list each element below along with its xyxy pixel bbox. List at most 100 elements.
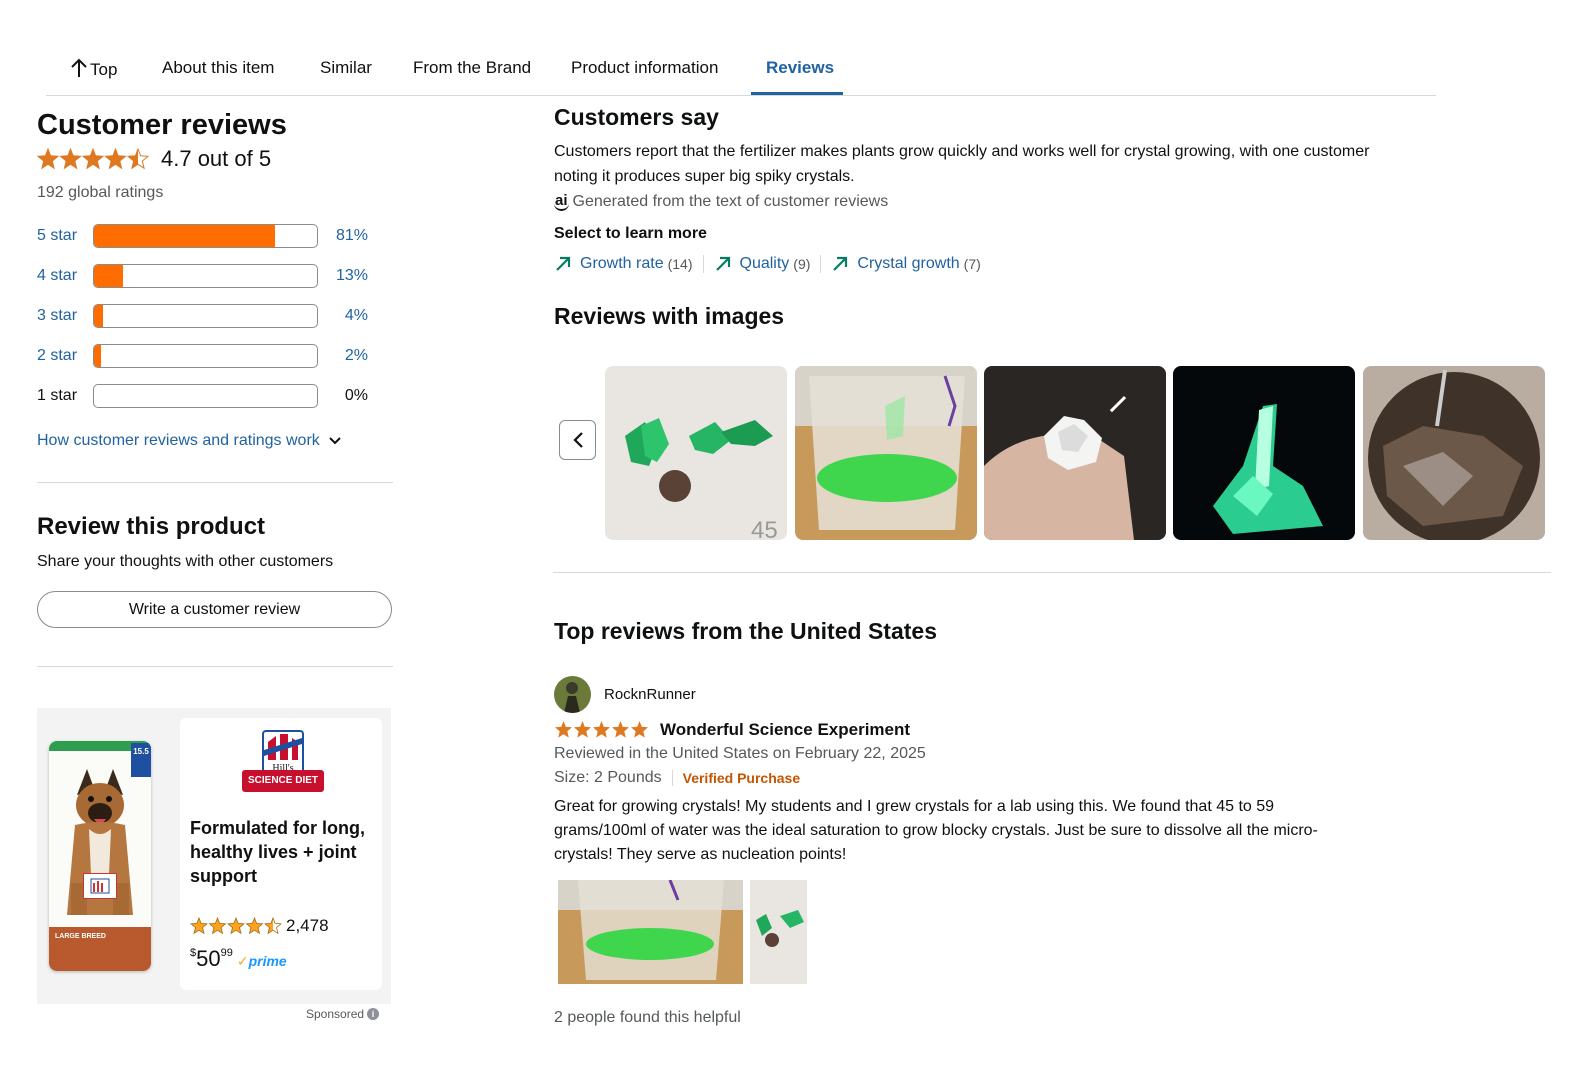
nav-active-indicator — [751, 92, 843, 95]
overall-rating[interactable]: 4.7 out of 5 — [37, 146, 393, 172]
hills-logo-small-icon — [90, 878, 110, 894]
dog-food-bag-image[interactable]: 15.5 LARGE BREED — [49, 741, 151, 971]
white-crystals-hand-image — [984, 366, 1166, 540]
glowing-crystal-image — [1173, 366, 1355, 540]
carousel-prev-button[interactable] — [559, 420, 596, 460]
nav-brand[interactable]: From the Brand — [413, 58, 531, 78]
review-attached-image[interactable] — [750, 880, 807, 984]
star-rating-icon[interactable] — [554, 720, 650, 740]
science-diet-banner: SCIENCE DIET — [242, 770, 324, 792]
histogram-label: 1 star — [37, 387, 78, 404]
ai-icon: ai — [554, 192, 569, 211]
histogram-label[interactable]: 3 star — [37, 307, 93, 325]
histogram-bar-fill — [94, 225, 275, 247]
review-date: Reviewed in the United States on Februar… — [554, 745, 926, 762]
bag-weight: 15.5 — [133, 747, 149, 756]
aspect-count: (9) — [793, 256, 811, 272]
ad-price: $5099 ✓prime — [190, 946, 287, 972]
histogram-row-1: 1 star 0% — [37, 376, 393, 416]
brown-crystals-jar-image — [1363, 366, 1545, 540]
review-size[interactable]: Size: 2 Pounds — [554, 769, 662, 787]
nav-product-info[interactable]: Product information — [571, 58, 718, 78]
review-image-thumbnail[interactable]: 45 — [605, 366, 787, 540]
review-product-subtitle: Share your thoughts with other customers — [37, 553, 334, 570]
star-rating-icon — [37, 148, 149, 170]
histogram-label[interactable]: 5 star — [37, 227, 93, 245]
helpful-count: 2 people found this helpful — [554, 1009, 741, 1026]
review-title-row: Wonderful Science Experiment — [554, 720, 910, 740]
price-fraction: 99 — [220, 947, 233, 959]
top-reviews-title: Top reviews from the United States — [554, 618, 937, 644]
global-ratings-count: 192 global ratings — [37, 184, 164, 201]
avatar — [554, 676, 591, 713]
histogram-bar-fill — [94, 265, 123, 287]
histogram-percent[interactable]: 13% — [318, 267, 368, 285]
aspect-label: Crystal growth — [857, 255, 960, 272]
prime-label: prime — [248, 953, 287, 969]
verified-purchase-badge[interactable]: Verified Purchase — [683, 770, 801, 786]
review-image-thumbnail[interactable] — [984, 366, 1166, 540]
review-attached-image[interactable] — [558, 880, 743, 984]
trend-up-icon — [715, 256, 730, 271]
reviewer-name: RocknRunner — [604, 686, 696, 703]
hills-emblem-icon — [264, 734, 302, 760]
review-title[interactable]: Wonderful Science Experiment — [660, 720, 910, 740]
reviews-with-images-title: Reviews with images — [554, 303, 785, 329]
how-reviews-work-label: How customer reviews and ratings work — [37, 432, 320, 449]
histogram-percent[interactable]: 2% — [318, 347, 368, 365]
ad-card[interactable]: Hill's SCIENCE DIET Formulated for long,… — [180, 718, 382, 990]
histogram-row-4[interactable]: 4 star 13% — [37, 256, 393, 296]
histogram-bar[interactable] — [93, 264, 318, 288]
aspect-count: (14) — [667, 256, 693, 272]
histogram-label[interactable]: 4 star — [37, 267, 93, 285]
section-nav: Top About this item Similar From the Bra… — [46, 50, 1436, 96]
ad-rating[interactable]: 2,478 — [190, 916, 329, 936]
sponsored-ad[interactable]: 15.5 LARGE BREED Hill's SCIENCE DIET For… — [37, 708, 391, 1004]
review-meta: Size: 2 Pounds Verified Purchase — [554, 769, 800, 787]
nav-about[interactable]: About this item — [162, 58, 274, 78]
aspect-crystal-growth[interactable]: Crystal growth (7) — [820, 255, 990, 273]
nav-top[interactable]: Top — [70, 58, 117, 80]
price-whole: 50 — [196, 946, 221, 971]
histogram-bar-fill — [94, 305, 103, 327]
histogram-percent[interactable]: 81% — [318, 227, 368, 245]
review-image-thumbnail[interactable] — [1363, 366, 1545, 540]
review-image-thumbnail[interactable] — [1173, 366, 1355, 540]
nav-similar[interactable]: Similar — [320, 58, 372, 78]
ad-headline[interactable]: Formulated for long, healthy lives + joi… — [190, 816, 380, 888]
aspect-label: Growth rate — [580, 255, 664, 272]
arrow-up-icon — [71, 58, 87, 77]
histogram-label[interactable]: 2 star — [37, 347, 93, 365]
cup-crystals-image — [558, 880, 743, 984]
customers-say-section: Customers say Customers report that the … — [554, 104, 1554, 330]
reviewer-profile[interactable]: RocknRunner — [554, 676, 696, 713]
histogram-percent: 0% — [344, 387, 368, 404]
histogram-row-5[interactable]: 5 star 81% — [37, 216, 393, 256]
how-reviews-work-link[interactable]: How customer reviews and ratings work — [37, 432, 393, 450]
histogram-bar[interactable] — [93, 304, 318, 328]
rating-text: 4.7 out of 5 — [161, 146, 272, 171]
avatar-image-icon — [554, 676, 591, 713]
sponsored-label[interactable]: Sponsored i — [306, 1007, 380, 1021]
histogram-row-2[interactable]: 2 star 2% — [37, 336, 393, 376]
histogram-row-3[interactable]: 3 star 4% — [37, 296, 393, 336]
aspect-quality[interactable]: Quality (9) — [702, 255, 821, 273]
histogram-bar[interactable] — [93, 344, 318, 368]
nav-reviews[interactable]: Reviews — [766, 58, 834, 78]
trend-up-icon — [833, 256, 848, 271]
customers-say-summary: Customers report that the fertilizer mak… — [554, 143, 1370, 185]
aspect-label: Quality — [739, 255, 790, 272]
aspect-growth-rate[interactable]: Growth rate (14) — [554, 255, 703, 273]
cup-crystals-image — [795, 366, 977, 540]
green-crystals-image: 45 — [605, 366, 787, 540]
histogram-bar[interactable] — [93, 224, 318, 248]
nav-top-label: Top — [90, 60, 118, 79]
histogram-bar-fill — [94, 345, 101, 367]
svg-text:45: 45 — [751, 517, 778, 540]
review-image-thumbnail[interactable] — [795, 366, 977, 540]
rating-histogram: 5 star 81% 4 star 13% 3 star 4% 2 star 2… — [37, 216, 393, 416]
prime-badge: ✓prime — [237, 953, 287, 969]
write-review-button[interactable]: Write a customer review — [37, 591, 392, 628]
histogram-percent[interactable]: 4% — [318, 307, 368, 325]
review-body: Great for growing crystals! My students … — [554, 798, 1318, 863]
